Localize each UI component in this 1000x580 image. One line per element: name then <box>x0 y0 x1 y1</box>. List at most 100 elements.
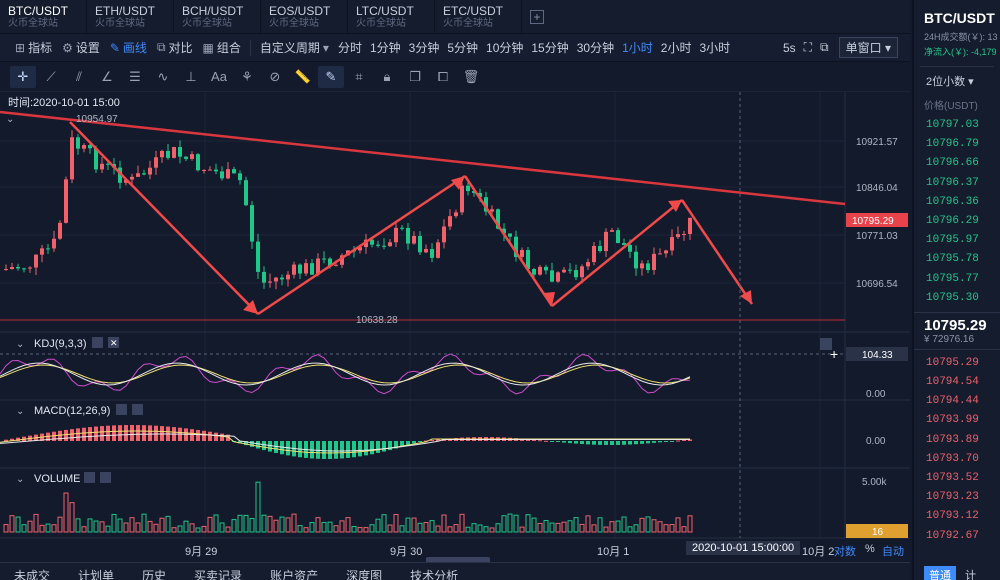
text-tool-icon[interactable]: Aa <box>206 66 232 88</box>
macd-bar <box>544 440 548 442</box>
bid-list: 10795.29 10794.54 10794.44 10793.99 10793.89… <box>914 354 1000 546</box>
combine-button[interactable]: ▦ 组合 <box>198 39 246 56</box>
crosshair-tool-icon[interactable]: ✛ <box>10 65 36 88</box>
macd-close-icon[interactable] <box>132 404 143 415</box>
horizontal-line-tool-icon[interactable]: ☰ <box>122 66 148 88</box>
ask-row[interactable]: 10796.66 <box>914 154 1000 173</box>
lock-drawings-icon[interactable]: ⌗ <box>346 66 372 88</box>
ask-row[interactable]: 10795.78 <box>914 250 1000 269</box>
tab-assets[interactable]: 账户资产 <box>256 563 332 580</box>
tab-plan-orders[interactable]: 计划单 <box>64 563 128 580</box>
popout-icon[interactable]: ⧉ <box>816 40 833 55</box>
period-3h[interactable]: 3小时 <box>695 39 734 56</box>
tab-btc-usdt[interactable]: BTC/USDT 火币全球站 <box>0 0 87 34</box>
macd-settings-icon[interactable] <box>116 404 127 415</box>
candle <box>178 147 182 157</box>
bid-row[interactable]: 10792.67 <box>914 527 1000 546</box>
macd-bar <box>118 425 122 441</box>
macd-bar <box>580 441 584 445</box>
period-15m[interactable]: 15分钟 <box>527 39 572 56</box>
period-tick[interactable]: 分时 <box>334 39 366 56</box>
candle <box>610 230 614 232</box>
bid-row[interactable]: 10793.89 <box>914 431 1000 450</box>
custom-period-dropdown[interactable]: 自定义周期 ▾ <box>255 39 334 56</box>
price-chart[interactable]: 时间:2020-10-01 15:00 ⌄ 10954.97 10638.28 … <box>0 92 910 538</box>
bid-row[interactable]: 10793.70 <box>914 450 1000 469</box>
candle <box>34 254 38 268</box>
settings-button[interactable]: ⚙ 设置 <box>57 39 105 56</box>
kdj-settings-icon[interactable] <box>92 337 103 348</box>
candle <box>520 250 524 257</box>
copy-icon[interactable]: ❐ <box>402 66 428 88</box>
tab-eos-usdt[interactable]: EOS/USDT 火币全球站 <box>261 0 348 34</box>
ask-row[interactable]: 10795.77 <box>914 270 1000 289</box>
draw-button[interactable]: ✎ 画线 <box>105 39 152 56</box>
bid-row[interactable]: 10793.23 <box>914 488 1000 507</box>
ask-row[interactable]: 10796.37 <box>914 174 1000 193</box>
plus-icon[interactable]: + <box>830 346 838 362</box>
bid-row[interactable]: 10793.12 <box>914 507 1000 526</box>
lock-icon[interactable]: 🔒︎ <box>374 66 400 88</box>
period-2h[interactable]: 2小时 <box>657 39 696 56</box>
tab-eth-usdt[interactable]: ETH/USDT 火币全球站 <box>87 0 174 34</box>
refresh-interval[interactable]: 5s <box>779 41 800 55</box>
draw-mode-icon[interactable]: ✎ <box>318 65 344 88</box>
volume-close-icon[interactable] <box>100 472 111 483</box>
trash-icon[interactable]: 🗑︎ <box>458 66 484 88</box>
ask-row[interactable]: 10796.79 <box>914 135 1000 154</box>
tab-ltc-usdt[interactable]: LTC/USDT 火币全球站 <box>348 0 435 34</box>
tab-bch-usdt[interactable]: BCH/USDT 火币全球站 <box>174 0 261 34</box>
price-tick: 10921.57 <box>856 137 898 148</box>
bid-row[interactable]: 10794.44 <box>914 392 1000 411</box>
tab-depth[interactable]: 深度图 <box>332 563 396 580</box>
bid-row[interactable]: 10793.99 <box>914 411 1000 430</box>
bid-row[interactable]: 10794.54 <box>914 373 1000 392</box>
add-tab-button[interactable]: + <box>530 10 544 24</box>
collapse-icon[interactable]: ⌄ <box>6 114 14 125</box>
wave-tool-icon[interactable]: ∿ <box>150 66 176 88</box>
collapse-icon[interactable]: ⌄ <box>16 339 24 350</box>
tab-exchange: 火币全球站 <box>95 18 145 29</box>
hide-icon[interactable]: ⧠ <box>430 66 456 88</box>
period-3m[interactable]: 3分钟 <box>405 39 444 56</box>
decimals-dropdown[interactable]: 2位小数 ▾ <box>920 66 994 89</box>
ask-row[interactable]: 10797.03 <box>914 116 1000 135</box>
channel-tool-icon[interactable]: ⫽ <box>66 66 92 88</box>
ask-row[interactable]: 10795.97 <box>914 231 1000 250</box>
period-10m[interactable]: 10分钟 <box>482 39 527 56</box>
percent-scale-button[interactable]: % <box>865 543 875 555</box>
collapse-icon[interactable]: ⌄ <box>16 474 24 485</box>
tab-history[interactable]: 历史 <box>128 563 180 580</box>
tab-trades[interactable]: 买卖记录 <box>180 563 256 580</box>
compare-button[interactable]: ⧉ 对比 <box>152 39 198 56</box>
bid-row[interactable]: 10793.52 <box>914 469 1000 488</box>
collapse-icon[interactable]: ⌄ <box>16 406 24 417</box>
volume-settings-icon[interactable] <box>84 472 95 483</box>
fib-tool-icon[interactable]: ⊥ <box>178 66 204 88</box>
period-5m[interactable]: 5分钟 <box>443 39 482 56</box>
window-mode-dropdown[interactable]: 单窗口 ▾ <box>838 37 898 58</box>
ruler-tool-icon[interactable]: 📏 <box>290 66 316 88</box>
angle-tool-icon[interactable]: ∠ <box>94 66 120 88</box>
fullscreen-icon[interactable]: ⛶ <box>800 40 816 55</box>
auto-scale-button[interactable]: 自动 <box>882 543 904 559</box>
last-price-cny: ¥ 72976.16 <box>924 333 975 345</box>
period-1h[interactable]: 1小时 <box>618 39 657 56</box>
log-scale-button[interactable]: 对数 <box>834 543 856 559</box>
tab-analysis[interactable]: 技术分析 <box>396 563 472 580</box>
indicators-button[interactable]: ⊞ 指标 <box>10 39 57 56</box>
trend-line-tool-icon[interactable]: ⟋ <box>38 66 64 88</box>
ask-row[interactable]: 10795.30 <box>914 289 1000 308</box>
magnet-tool-icon[interactable]: ⊘ <box>262 66 288 88</box>
bid-row[interactable]: 10795.29 <box>914 354 1000 373</box>
ask-row[interactable]: 10796.29 <box>914 212 1000 231</box>
pattern-tool-icon[interactable]: ⚘ <box>234 66 260 88</box>
period-1m[interactable]: 1分钟 <box>366 39 405 56</box>
candle <box>172 147 176 158</box>
ask-row[interactable]: 10796.36 <box>914 193 1000 212</box>
tab-open-orders[interactable]: 未成交 <box>0 563 64 580</box>
tab-etc-usdt[interactable]: ETC/USDT 火币全球站 <box>435 0 522 34</box>
normal-order-tab[interactable]: 普通 <box>924 566 956 580</box>
period-30m[interactable]: 30分钟 <box>573 39 618 56</box>
plan-order-tab[interactable]: 计 <box>960 566 981 580</box>
